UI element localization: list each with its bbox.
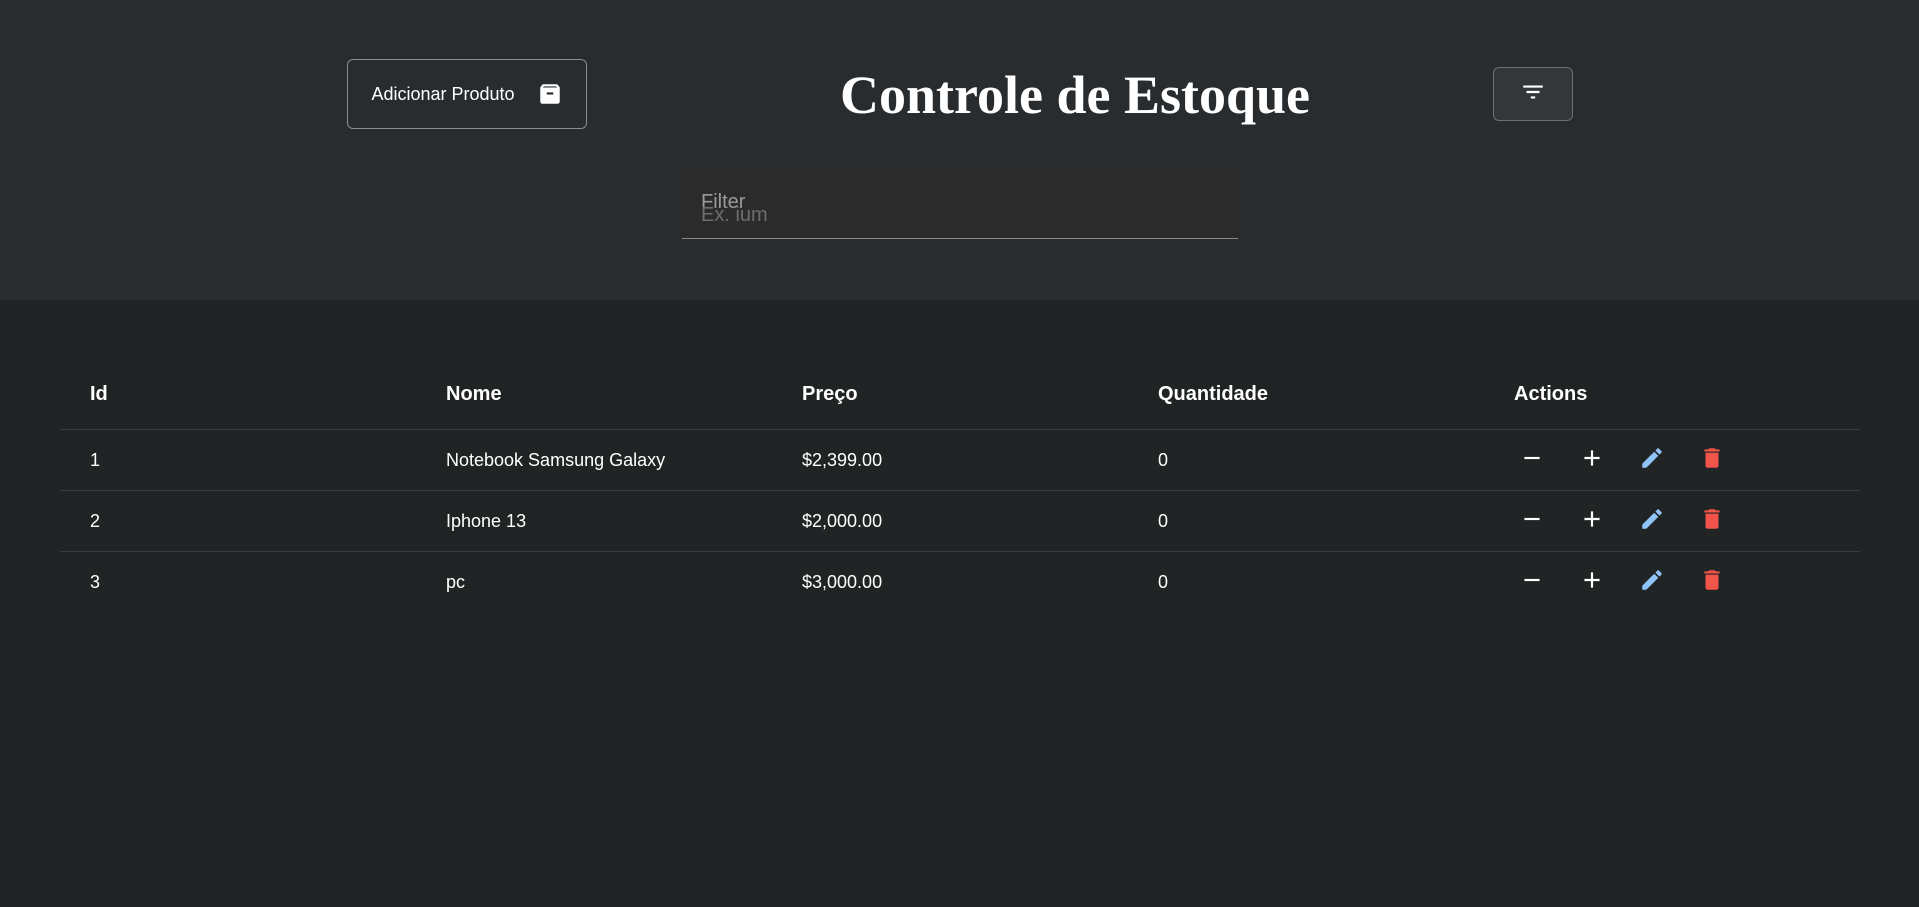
filter-field[interactable]: Filter (682, 165, 1238, 239)
pencil-icon (1639, 567, 1665, 598)
decrease-quantity-button[interactable] (1502, 499, 1562, 543)
plus-icon (1579, 445, 1605, 476)
delete-product-button[interactable] (1682, 561, 1742, 605)
table-header-row: Id Nome Preço Quantidade Actions (60, 360, 1860, 430)
cell-preco: $2,000.00 (802, 510, 883, 531)
table-row: 3 pc $3,000.00 0 (60, 552, 1860, 613)
cell-nome: pc (446, 572, 466, 592)
column-header-id: Id (90, 383, 108, 405)
cell-quantidade: 0 (1158, 510, 1169, 531)
cell-preco: $2,399.00 (802, 449, 883, 470)
plus-icon (1579, 567, 1605, 598)
cell-preco: $3,000.00 (802, 572, 883, 592)
table-row: 1 Notebook Samsung Galaxy $2,399.00 0 (60, 430, 1860, 491)
filter-list-icon (1520, 79, 1546, 110)
table-row: 2 Iphone 13 $2,000.00 0 (60, 491, 1860, 552)
minus-icon (1519, 445, 1545, 476)
cell-nome: Notebook Samsung Galaxy (446, 449, 666, 470)
column-header-actions: Actions (1514, 383, 1588, 405)
row-actions (1484, 499, 1840, 543)
page-title: Controle de Estoque (839, 65, 1311, 125)
trash-icon (1699, 445, 1725, 476)
delete-product-button[interactable] (1682, 438, 1742, 482)
plus-icon (1579, 506, 1605, 537)
trash-icon (1699, 567, 1725, 598)
cell-id: 2 (90, 510, 101, 531)
column-header-nome: Nome (446, 383, 502, 405)
cell-quantidade: 0 (1158, 449, 1169, 470)
trash-icon (1699, 506, 1725, 537)
products-table: Id Nome Preço Quantidade Actions 1 Noteb… (60, 360, 1860, 613)
delete-product-button[interactable] (1682, 499, 1742, 543)
minus-icon (1519, 567, 1545, 598)
column-header-quantidade: Quantidade (1158, 383, 1269, 405)
row-actions (1484, 438, 1840, 482)
cell-nome: Iphone 13 (446, 510, 527, 531)
increase-quantity-button[interactable] (1562, 438, 1622, 482)
cell-id: 3 (90, 572, 101, 592)
edit-product-button[interactable] (1622, 561, 1682, 605)
row-actions (1484, 561, 1840, 605)
cell-quantidade: 0 (1158, 572, 1169, 592)
pencil-icon (1639, 445, 1665, 476)
page-header: Adicionar Produto Controle de Estoque Fi… (0, 0, 1919, 300)
edit-product-button[interactable] (1622, 499, 1682, 543)
edit-product-button[interactable] (1622, 438, 1682, 482)
column-header-preco: Preço (802, 383, 858, 405)
minus-icon (1519, 506, 1545, 537)
filter-toggle-button[interactable] (1493, 67, 1573, 121)
pencil-icon (1639, 506, 1665, 537)
decrease-quantity-button[interactable] (1502, 561, 1562, 605)
decrease-quantity-button[interactable] (1502, 438, 1562, 482)
cell-id: 1 (90, 449, 101, 470)
increase-quantity-button[interactable] (1562, 561, 1622, 605)
increase-quantity-button[interactable] (1562, 499, 1622, 543)
filter-input[interactable] (701, 201, 1201, 229)
